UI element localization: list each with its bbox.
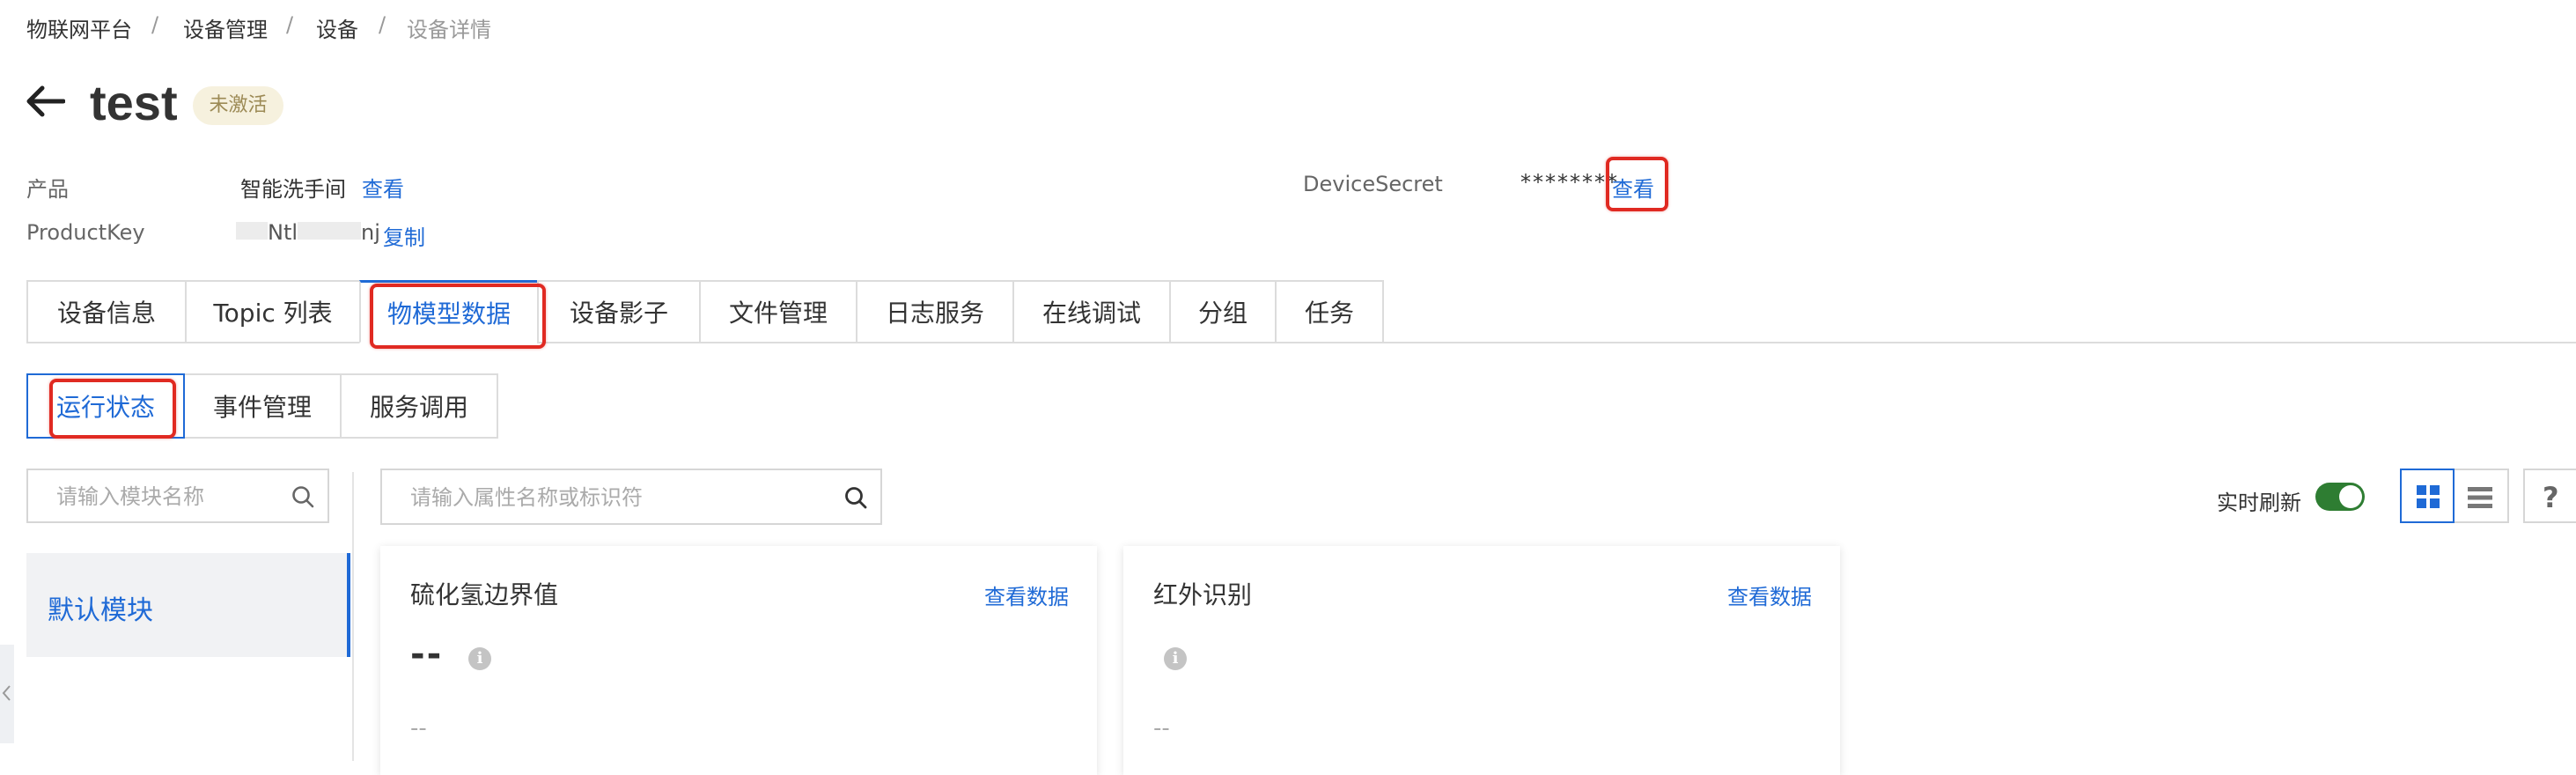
chevron-left-icon	[2, 685, 11, 701]
breadcrumb-separator: /	[151, 12, 159, 37]
info-icon[interactable]: i	[1164, 647, 1187, 670]
product-value: 智能洗手间	[240, 177, 346, 202]
thing-model-subtabs: 运行状态 事件管理 服务调用	[26, 373, 498, 439]
grid-icon	[2417, 485, 2440, 508]
module-search-input[interactable]	[55, 470, 283, 523]
module-item-default[interactable]: 默认模块	[26, 553, 350, 657]
subtab-event-management[interactable]: 事件管理	[185, 373, 342, 439]
realtime-refresh-label: 实时刷新	[2217, 491, 2301, 515]
property-update-time: --	[1153, 715, 1170, 742]
devicesecret-value: ********	[1520, 170, 1619, 195]
subtab-runtime-status[interactable]: 运行状态	[26, 373, 185, 439]
breadcrumb-separator: /	[379, 12, 386, 37]
productkey-value: Ntl	[268, 220, 298, 245]
status-badge: 未激活	[193, 86, 283, 125]
tab-device-shadow[interactable]: 设备影子	[537, 280, 699, 343]
property-name: 红外识别	[1153, 580, 1253, 609]
tab-log-service[interactable]: 日志服务	[856, 280, 1012, 343]
productkey-mask	[236, 222, 268, 240]
device-name-title: test	[90, 75, 178, 130]
breadcrumb-device-management[interactable]: 设备管理	[183, 12, 268, 43]
tab-device-info[interactable]: 设备信息	[26, 280, 185, 343]
help-button[interactable]: ?	[2523, 469, 2576, 523]
realtime-refresh-toggle[interactable]	[2315, 483, 2365, 511]
productkey-mask	[298, 222, 361, 240]
view-data-link[interactable]: 查看数据	[984, 579, 1069, 610]
toggle-knob	[2339, 485, 2362, 508]
property-card: 红外识别 查看数据 i --	[1123, 546, 1840, 775]
breadcrumb-device-detail: 设备详情	[407, 18, 491, 42]
product-view-link[interactable]: 查看	[362, 172, 404, 203]
tabs-divider	[1380, 342, 2576, 343]
tab-thing-model-data[interactable]: 物模型数据	[359, 280, 537, 343]
tab-task[interactable]: 任务	[1275, 280, 1384, 343]
module-divider	[352, 472, 354, 761]
devicesecret-view-link[interactable]: 查看	[1612, 172, 1654, 203]
breadcrumb-devices[interactable]: 设备	[316, 12, 358, 43]
property-update-time: --	[410, 715, 427, 742]
property-value: --	[410, 634, 444, 675]
module-search	[26, 469, 329, 523]
property-card: 硫化氢边界值 查看数据 -- i --	[380, 546, 1097, 775]
question-icon: ?	[2543, 481, 2559, 514]
product-label: 产品	[26, 177, 69, 202]
subtab-service-call[interactable]: 服务调用	[342, 373, 498, 439]
breadcrumb-iot-platform[interactable]: 物联网平台	[26, 12, 132, 43]
list-icon	[2468, 487, 2492, 508]
tab-online-debug[interactable]: 在线调试	[1012, 280, 1169, 343]
view-data-link[interactable]: 查看数据	[1727, 579, 1812, 610]
sidebar-collapse-handle[interactable]	[0, 645, 14, 743]
tab-file-management[interactable]: 文件管理	[699, 280, 856, 343]
devicesecret-label: DeviceSecret	[1303, 172, 1443, 196]
property-search	[380, 469, 882, 525]
property-name: 硫化氢边界值	[410, 580, 559, 609]
productkey-copy-link[interactable]: 复制	[383, 220, 425, 251]
productkey-value-tail: nj	[361, 220, 380, 245]
module-active-indicator	[347, 553, 350, 657]
productkey-label: ProductKey	[26, 220, 145, 245]
search-icon[interactable]	[843, 485, 868, 510]
tab-topic-list[interactable]: Topic 列表	[185, 280, 359, 343]
property-search-input[interactable]	[408, 470, 786, 525]
info-icon[interactable]: i	[468, 647, 491, 670]
module-label: 默认模块	[48, 595, 153, 626]
list-view-button[interactable]	[2455, 469, 2509, 523]
device-tabs: 设备信息 Topic 列表 物模型数据 设备影子 文件管理 日志服务 在线调试 …	[26, 280, 1384, 343]
grid-view-button[interactable]	[2400, 469, 2455, 523]
tab-group[interactable]: 分组	[1169, 280, 1275, 343]
search-icon[interactable]	[291, 484, 315, 509]
back-arrow-icon[interactable]	[25, 84, 65, 119]
breadcrumb-separator: /	[286, 12, 294, 37]
